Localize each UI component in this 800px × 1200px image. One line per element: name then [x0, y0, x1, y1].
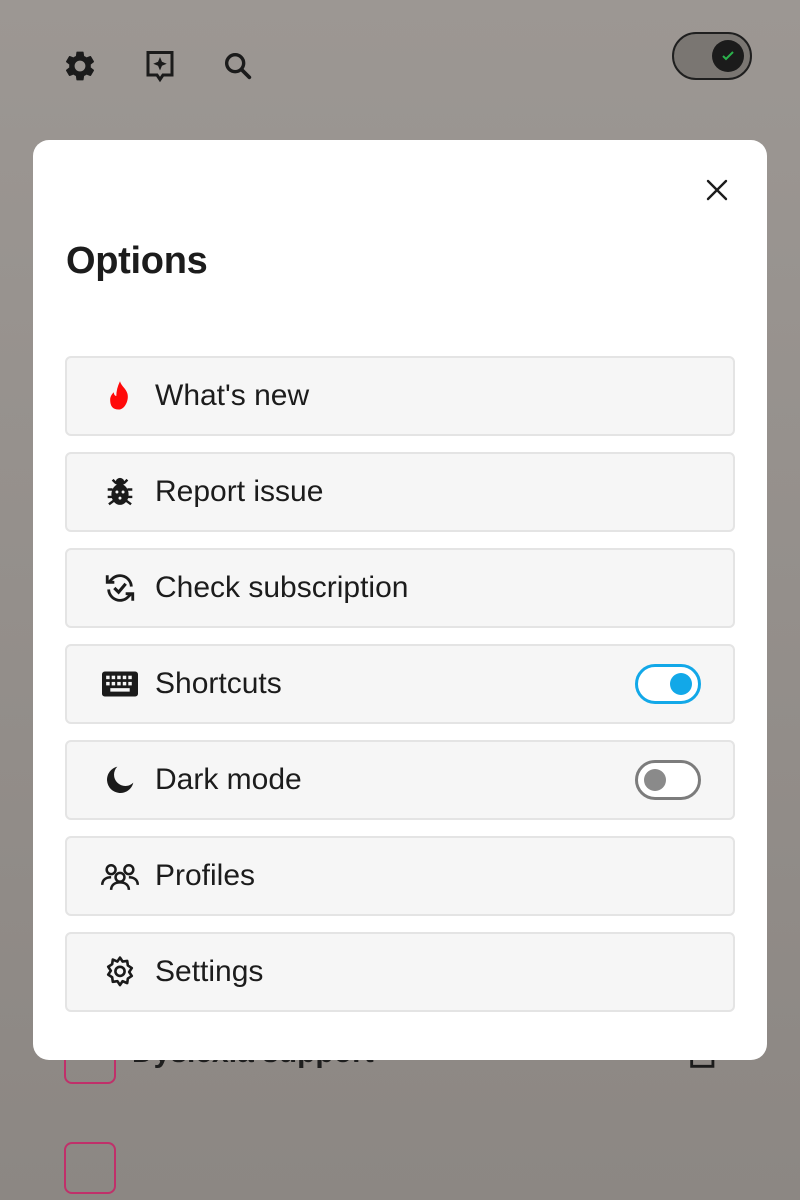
moon-icon: [101, 761, 139, 799]
modal-title: Options: [66, 240, 208, 282]
settings-cog-icon: [101, 953, 139, 991]
option-label: Settings: [155, 955, 264, 988]
shortcuts-toggle[interactable]: [635, 664, 701, 704]
option-profiles[interactable]: Profiles: [65, 836, 735, 916]
option-label: Report issue: [155, 475, 324, 508]
gear-icon[interactable]: [60, 46, 100, 86]
option-dark-mode[interactable]: Dark mode: [65, 740, 735, 820]
keyboard-icon: [101, 665, 139, 703]
dark-mode-toggle[interactable]: [635, 760, 701, 800]
option-label: Profiles: [155, 859, 256, 892]
option-whats-new[interactable]: What's new: [65, 356, 735, 436]
flame-icon: [101, 377, 139, 415]
option-label: What's new: [155, 379, 310, 412]
options-modal: Options What's new Report issue Check su…: [33, 140, 767, 1060]
option-settings[interactable]: Settings: [65, 932, 735, 1012]
background-row-partial[interactable]: [64, 1142, 720, 1194]
users-icon: [101, 857, 139, 895]
search-icon[interactable]: [218, 46, 258, 86]
options-list: What's new Report issue Check subscripti…: [65, 356, 735, 1028]
option-label: Check subscription: [155, 571, 409, 604]
option-check-subscription[interactable]: Check subscription: [65, 548, 735, 628]
option-label: Dark mode: [155, 763, 302, 796]
close-icon[interactable]: [699, 172, 735, 208]
power-toggle-knob: [712, 40, 744, 72]
toggle-thumb: [644, 769, 666, 791]
tile-icon: [64, 1142, 116, 1194]
toggle-thumb: [670, 673, 692, 695]
option-shortcuts[interactable]: Shortcuts: [65, 644, 735, 724]
sync-check-icon: [101, 569, 139, 607]
option-label: Shortcuts: [155, 667, 282, 700]
bug-icon: [101, 473, 139, 511]
background-toolbar: [60, 32, 752, 88]
sparkle-bookmark-icon[interactable]: [140, 46, 180, 86]
power-toggle[interactable]: [672, 32, 752, 80]
option-report-issue[interactable]: Report issue: [65, 452, 735, 532]
